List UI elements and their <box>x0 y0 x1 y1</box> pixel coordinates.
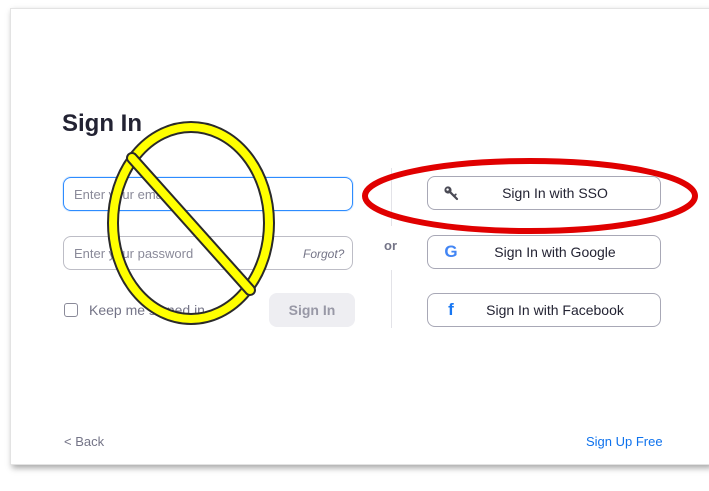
keep-signed-in-label: Keep me signed in <box>89 302 205 318</box>
google-icon: G <box>444 242 458 261</box>
divider-line-bottom <box>391 270 392 328</box>
forgot-password-link[interactable]: Forgot? <box>303 247 344 261</box>
divider-label: or <box>384 238 397 253</box>
keep-signed-in-option[interactable]: Keep me signed in <box>64 302 205 318</box>
sign-in-sso-button[interactable]: Sign In with SSO <box>427 176 661 210</box>
page-title: Sign In <box>62 110 142 137</box>
sign-in-button[interactable]: Sign In <box>269 293 355 327</box>
keep-signed-in-checkbox[interactable] <box>64 303 78 317</box>
sign-in-facebook-button[interactable]: f Sign In with Facebook <box>427 293 661 327</box>
email-field[interactable] <box>63 177 353 211</box>
divider-line-top <box>391 168 392 226</box>
sign-in-google-button[interactable]: G Sign In with Google <box>427 235 661 269</box>
sso-button-label: Sign In with SSO <box>502 185 608 201</box>
key-icon <box>442 184 460 202</box>
google-button-label: Sign In with Google <box>494 244 616 260</box>
back-link[interactable]: < Back <box>64 434 104 449</box>
facebook-icon: f <box>448 300 454 319</box>
sign-up-free-link[interactable]: Sign Up Free <box>586 434 663 449</box>
facebook-button-label: Sign In with Facebook <box>486 302 624 318</box>
